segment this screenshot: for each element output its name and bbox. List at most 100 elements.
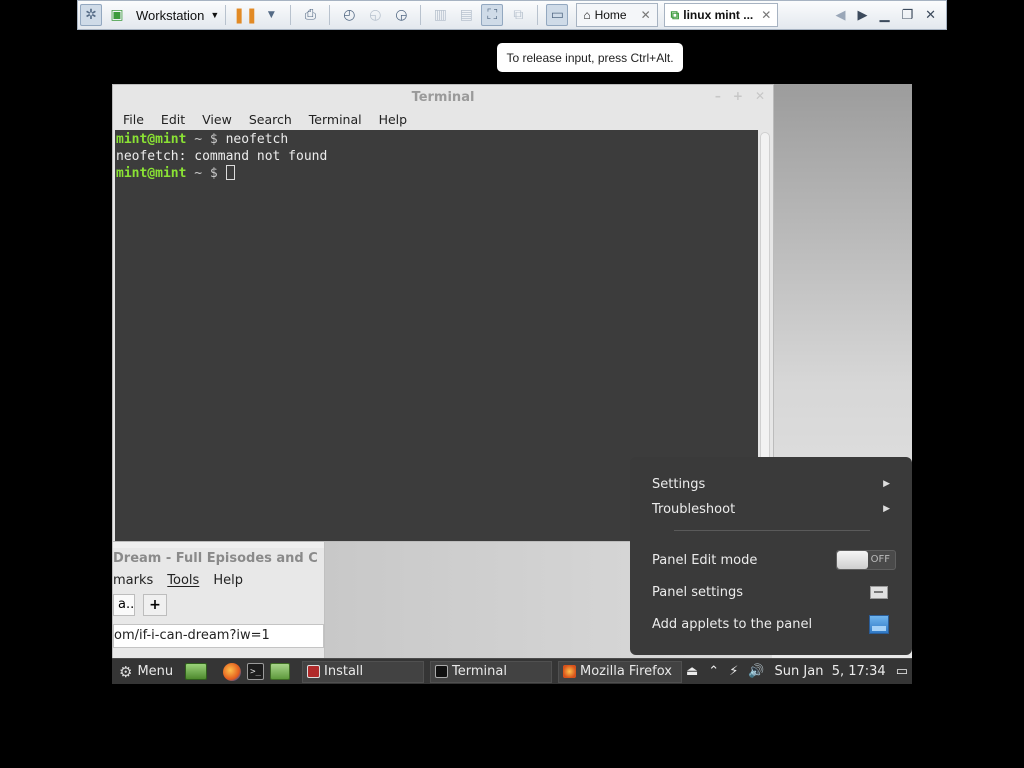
menu-view[interactable]: View	[202, 112, 232, 127]
power-dropdown-icon[interactable]: ▼	[260, 4, 282, 26]
unity-icon[interactable]: ⧉	[507, 4, 529, 26]
terminal-line: mint@mint ~ $	[116, 165, 758, 182]
panel-edit-mode-label: Panel Edit mode	[652, 552, 758, 568]
prompt-user: mint@mint	[116, 166, 187, 181]
workstation-label: Workstation	[136, 7, 205, 23]
vm-icon: ⧉	[670, 7, 680, 22]
scroll-left-icon[interactable]: ◀	[835, 8, 845, 23]
submenu-arrow-icon: ▶	[883, 504, 890, 514]
toolbar-divider	[225, 5, 227, 25]
task-label: Install	[324, 664, 364, 679]
pause-icon[interactable]: ❚❚	[233, 4, 258, 26]
menu-terminal[interactable]: Terminal	[309, 112, 362, 127]
restore-icon[interactable]: ❐	[901, 8, 913, 23]
menu-tools[interactable]: Tools	[167, 573, 199, 592]
submenu-arrow-icon: ▶	[883, 479, 890, 489]
close-icon[interactable]: ✕	[761, 8, 771, 22]
prompt-user: mint@mint	[116, 132, 187, 147]
chevron-up-icon[interactable]: ⌃	[708, 664, 719, 679]
menu-item-panel-settings[interactable]: Panel settings	[652, 581, 890, 603]
tab-linux-mint-label: linux mint ...	[683, 8, 754, 22]
snapshot-icon[interactable]: ◴	[338, 4, 360, 26]
maximize-icon[interactable]: +	[733, 89, 743, 103]
menu-bookmarks[interactable]: marks	[113, 573, 153, 592]
window-controls: ◀ ▶ ▁ ❐ ✕	[835, 8, 946, 23]
guest-desktop: ▁ Dream - Full Episodes and C marks Tool…	[112, 84, 912, 684]
close-icon[interactable]: ✕	[755, 89, 765, 103]
tab-linux-mint[interactable]: ⧉ linux mint ... ✕	[663, 3, 779, 27]
menu-item-settings[interactable]: Settings ▶	[652, 473, 890, 495]
toolbar-divider	[329, 5, 331, 25]
terminal-launcher-icon[interactable]: >_	[247, 663, 264, 680]
terminal-title: Terminal	[411, 89, 475, 105]
firefox-tabbar: a... +	[113, 592, 324, 618]
system-tray: ⏏ ⌃ ⚡ 🔊 Sun Jan 5, 17:34 ▭	[686, 664, 912, 679]
menu-item-troubleshoot[interactable]: Troubleshoot ▶	[652, 498, 890, 520]
panel-edit-toggle[interactable]: OFF	[836, 550, 896, 570]
taskbar-item-firefox[interactable]: Mozilla Firefox	[558, 660, 682, 683]
removable-drive-icon[interactable]: ⏏	[686, 664, 698, 679]
menu-item-add-applets[interactable]: Add applets to the panel	[652, 613, 890, 635]
show-desktop-icon[interactable]	[185, 663, 207, 680]
clock[interactable]: Sun Jan 5, 17:34	[775, 664, 886, 679]
bottom-panel: ⚙ Menu >_ Install Terminal Mozilla Firef…	[112, 658, 912, 684]
toolbar-divider	[537, 5, 539, 25]
firefox-launcher-icon[interactable]	[223, 662, 241, 681]
send-ctrl-alt-del-icon[interactable]: ⎙	[299, 4, 321, 26]
command-text: neofetch	[225, 132, 289, 147]
firefox-tab[interactable]: a...	[113, 594, 135, 616]
workstation-menu[interactable]: Workstation ▼	[136, 8, 219, 23]
tab-home[interactable]: ⌂ Home ✕	[576, 3, 658, 27]
menu-file[interactable]: File	[123, 112, 144, 127]
chevron-down-icon: ▼	[210, 10, 220, 20]
terminal-icon	[435, 665, 448, 678]
menu-item-panel-edit-mode[interactable]: Panel Edit mode OFF	[652, 549, 896, 571]
panel-context-menu: Settings ▶ Troubleshoot ▶ Panel Edit mod…	[630, 457, 912, 655]
show-windows-icon[interactable]: ▭	[896, 664, 908, 679]
menu-help[interactable]: Help	[213, 573, 243, 592]
pin-icon[interactable]: ✲	[80, 4, 102, 26]
new-tab-button[interactable]: +	[143, 594, 167, 616]
menu-search[interactable]: Search	[249, 112, 292, 127]
console-view-icon[interactable]: ▭	[546, 4, 569, 26]
scroll-right-icon[interactable]: ▶	[857, 8, 867, 23]
settings-label: Settings	[652, 476, 706, 492]
volume-icon[interactable]: 🔊	[748, 664, 764, 679]
taskbar-item-install[interactable]: Install	[302, 660, 424, 683]
minimize-icon[interactable]: –	[715, 89, 721, 103]
network-icon[interactable]: ⚡	[729, 664, 738, 679]
terminal-menubar: File Edit View Search Terminal Help	[113, 109, 773, 130]
toggle-state: OFF	[870, 554, 890, 565]
panel-settings-label: Panel settings	[652, 584, 744, 600]
revert-snapshot-icon[interactable]: ◵	[364, 4, 386, 26]
firefox-icon	[563, 665, 576, 678]
menu-edit[interactable]: Edit	[161, 112, 185, 127]
url-bar[interactable]: om/if-i-can-dream?iw=1	[113, 624, 324, 648]
vmware-toolbar: ✲ ▣ Workstation ▼ ❚❚ ▼ ⎙ ◴ ◵ ◶ ▥ ▤ ⛶ ⧉ ▭…	[77, 0, 947, 30]
workstation-logo-icon[interactable]: ▣	[106, 4, 128, 26]
toggle-knob	[837, 551, 868, 569]
sidebar-view-icon[interactable]: ▥	[429, 4, 451, 26]
firefox-window-title: Dream - Full Episodes and C	[113, 551, 318, 566]
minimize-icon[interactable]: ▁	[879, 8, 889, 23]
firefox-menubar: marks Tools Help	[113, 570, 324, 592]
command-output: neofetch: command not found	[116, 149, 328, 164]
snapshot-manager-icon[interactable]: ◶	[390, 4, 412, 26]
menu-separator	[674, 530, 870, 531]
files-launcher-icon[interactable]	[270, 663, 290, 680]
thumbnail-view-icon[interactable]: ▤	[455, 4, 477, 26]
terminal-titlebar[interactable]: Terminal – + ✕	[113, 85, 773, 109]
close-icon[interactable]: ✕	[925, 8, 936, 23]
menu-label: Menu	[137, 664, 174, 679]
fullscreen-icon[interactable]: ⛶	[481, 4, 504, 26]
menu-help[interactable]: Help	[379, 112, 408, 127]
toolbar-divider	[420, 5, 422, 25]
taskbar-item-terminal[interactable]: Terminal	[430, 660, 552, 683]
task-label: Mozilla Firefox	[580, 664, 672, 679]
prompt-path: ~ $	[186, 166, 226, 181]
menu-button[interactable]: ⚙ Menu	[112, 663, 176, 681]
toolbar-divider	[290, 5, 292, 25]
close-icon[interactable]: ✕	[641, 8, 651, 22]
release-input-tooltip: To release input, press Ctrl+Alt.	[497, 43, 683, 72]
panel-settings-icon	[870, 585, 888, 599]
